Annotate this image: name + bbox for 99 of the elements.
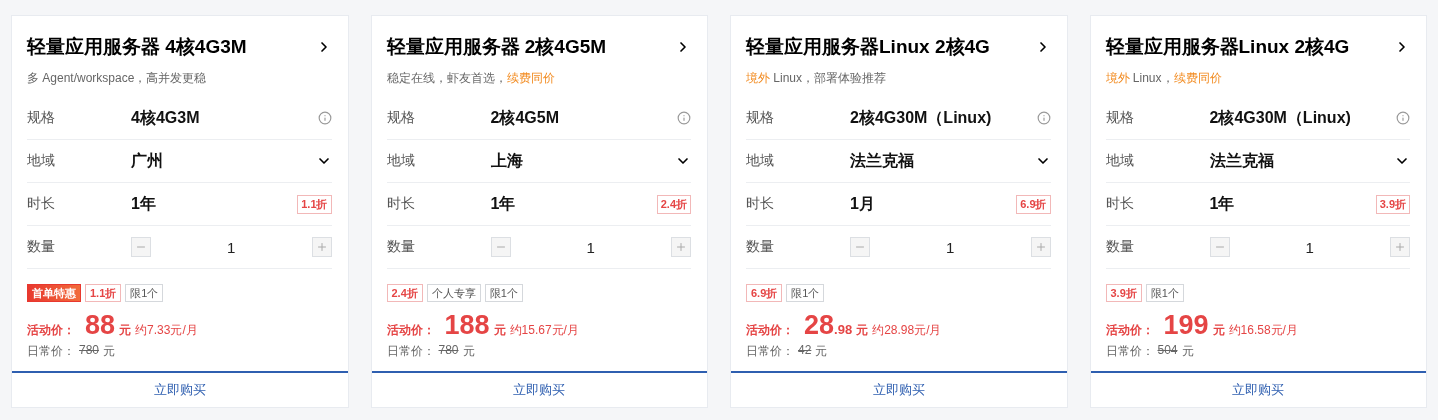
price-unit: 元 (462, 343, 475, 360)
regular-price-label: 日常价： (386, 343, 435, 360)
field-label: 时长 (386, 195, 416, 213)
plus-icon (675, 241, 687, 253)
field-label: 规格 (1105, 109, 1135, 127)
regular-price-label: 日常价： (1105, 343, 1154, 360)
promo-price: 88 (85, 310, 116, 341)
price-unit: 元 (1212, 322, 1225, 339)
plus-icon (1034, 241, 1047, 253)
price-unit: 元 (103, 343, 116, 360)
promo-price-label: 活动价： (1105, 322, 1154, 339)
regular-price: 42 (798, 343, 812, 359)
field-label: 地域 (27, 152, 56, 170)
regular-price: 504 (1157, 343, 1178, 359)
price-decimal: .98 (834, 322, 853, 337)
spec-value: 2核4G30M（Linux) (850, 107, 993, 128)
field-label: 时长 (27, 195, 56, 213)
card-title: 轻量应用服务器Linux 2核4G (746, 35, 990, 59)
increase-button[interactable] (671, 237, 691, 257)
card-subtitle: 稳定在线，虾友首选，续费同价 (386, 70, 556, 87)
region-select[interactable]: 广州 (131, 150, 316, 172)
regular-price-label: 日常价： (746, 343, 794, 360)
promo-price-label: 活动价： (27, 322, 75, 339)
decrease-button[interactable] (850, 237, 870, 257)
field-label: 时长 (746, 195, 775, 213)
price-unit: 元 (119, 322, 132, 339)
plus-icon (315, 241, 328, 253)
field-label: 地域 (386, 152, 416, 170)
region-select[interactable]: 上海 (490, 150, 675, 172)
monthly-price: 约15.67元/月 (509, 322, 579, 339)
promo-tag: 限1个 (786, 284, 825, 302)
decrease-button[interactable] (131, 237, 151, 257)
duration-value[interactable]: 1年 (131, 193, 298, 215)
monthly-price: 约28.98元/月 (872, 322, 942, 339)
promo-tag: 6.9折 (746, 284, 783, 302)
discount-tag: 6.9折 (1016, 194, 1051, 214)
increase-button[interactable] (1390, 237, 1410, 257)
field-label: 数量 (386, 238, 416, 256)
card-title: 轻量应用服务器Linux 2核4G (1105, 35, 1350, 59)
info-icon[interactable] (317, 111, 332, 125)
price-unit: 元 (493, 322, 506, 339)
region-select[interactable]: 法兰克福 (1209, 150, 1394, 172)
promo-tag: 1.1折 (85, 284, 122, 302)
discount-tag: 2.4折 (656, 194, 691, 214)
promo-price: 188 (444, 310, 490, 341)
quantity-value[interactable]: 1 (1229, 238, 1390, 256)
promo-tag: 限1个 (125, 284, 164, 302)
field-label: 地域 (1105, 152, 1135, 170)
spec-value: 2核4G5M (490, 107, 560, 128)
quantity-value[interactable]: 1 (870, 238, 1031, 256)
card-subtitle: 境外 Linux，部署体验推荐 (746, 70, 888, 87)
info-icon[interactable] (677, 111, 691, 125)
spec-value: 2核4G30M（Linux) (1209, 107, 1352, 128)
duration-value[interactable]: 1年 (490, 193, 657, 215)
promo-price-label: 活动价： (386, 322, 435, 339)
decrease-button[interactable] (1209, 237, 1230, 257)
monthly-price: 约7.33元/月 (135, 322, 198, 339)
field-label: 地域 (746, 152, 775, 170)
field-label: 数量 (1105, 238, 1135, 256)
card-subtitle: 境外 Linux，续费同价 (1105, 70, 1223, 87)
increase-button[interactable] (311, 237, 332, 257)
field-label: 数量 (746, 238, 775, 256)
promo-tag: 首单特惠 (27, 284, 81, 302)
quantity-value[interactable]: 1 (151, 238, 312, 256)
promo-tag: 个人专享 (426, 284, 481, 302)
spec-value: 4核4G3M (131, 107, 201, 128)
regular-price: 780 (438, 343, 459, 359)
promo-tag: 3.9折 (1105, 284, 1142, 302)
decrease-button[interactable] (490, 237, 511, 257)
field-label: 规格 (386, 109, 416, 127)
card-subtitle: 多 Agent/workspace，高并发更稳 (27, 70, 208, 87)
discount-tag: 1.1折 (297, 194, 332, 214)
regular-price-label: 日常价： (27, 343, 75, 360)
price-unit: 元 (856, 322, 869, 339)
field-label: 规格 (746, 109, 775, 127)
promo-price-label: 活动价： (746, 322, 794, 339)
promo-tag: 2.4折 (386, 284, 423, 302)
quantity-value[interactable]: 1 (510, 238, 671, 256)
discount-tag: 3.9折 (1375, 194, 1410, 214)
regular-price: 780 (79, 343, 100, 359)
region-select[interactable]: 法兰克福 (850, 150, 1035, 172)
card-title: 轻量应用服务器 4核4G3M (27, 35, 247, 59)
price-unit: 元 (1181, 343, 1194, 360)
monthly-price: 约16.58元/月 (1228, 322, 1298, 339)
promo-tag: 限1个 (484, 284, 523, 302)
price-unit: 元 (815, 343, 828, 360)
promo-price: 28 (804, 310, 835, 341)
field-label: 规格 (27, 109, 56, 127)
plus-icon (1394, 241, 1406, 253)
increase-button[interactable] (1030, 237, 1051, 257)
info-icon[interactable] (1396, 111, 1410, 125)
duration-value[interactable]: 1月 (850, 193, 1017, 215)
info-icon[interactable] (1036, 111, 1051, 125)
duration-value[interactable]: 1年 (1209, 193, 1376, 215)
card-title: 轻量应用服务器 2核4G5M (386, 35, 607, 59)
field-label: 时长 (1105, 195, 1135, 213)
promo-price: 199 (1163, 310, 1209, 341)
promo-tag: 限1个 (1145, 284, 1184, 302)
field-label: 数量 (27, 238, 56, 256)
